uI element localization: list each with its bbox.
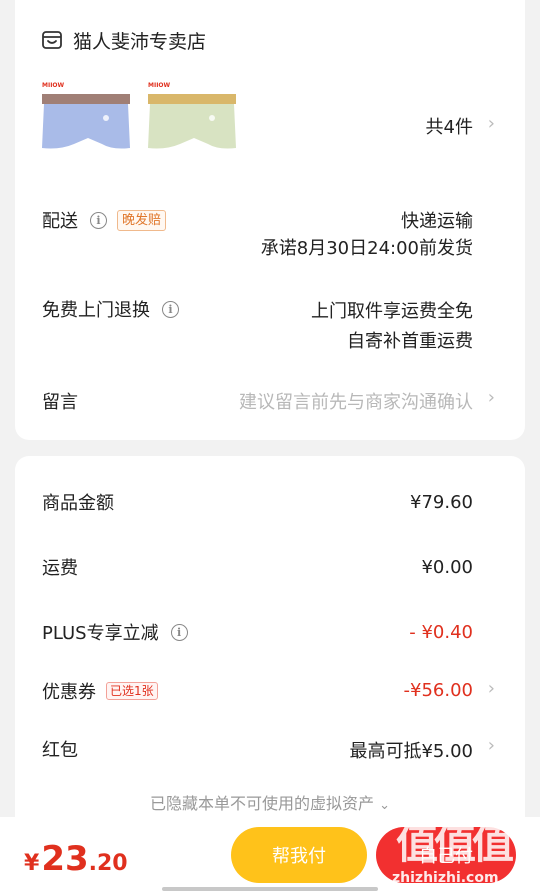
- watermark-url: zhizhizhi.com: [392, 870, 499, 886]
- message-label: 留言: [42, 392, 78, 413]
- chevron-right-icon[interactable]: ›: [488, 113, 495, 134]
- delivery-promise: 承诺8月30日24:00前发货: [260, 238, 473, 259]
- info-icon[interactable]: i: [162, 300, 179, 318]
- chevron-right-icon[interactable]: ›: [488, 387, 495, 408]
- total-integer: 23: [41, 839, 89, 879]
- watermark-logo: 值值值: [396, 819, 514, 868]
- returns-row: 免费上门退换 i: [42, 296, 179, 322]
- info-icon[interactable]: i: [90, 211, 107, 229]
- plus-discount-label: PLUS专享立减: [42, 623, 159, 644]
- watermark: 值值值 zhizhizhi.com: [392, 810, 532, 890]
- product-thumbnail[interactable]: MIIOW: [42, 78, 134, 164]
- shipping-value: ¥0.00: [421, 557, 473, 578]
- redpacket-value[interactable]: 最高可抵¥5.00: [349, 737, 473, 763]
- delivery-label: 配送: [42, 211, 78, 232]
- plus-discount-row: PLUS专享立减 i: [42, 619, 188, 645]
- chevron-right-icon[interactable]: ›: [488, 678, 495, 699]
- redpacket-label: 红包: [42, 740, 78, 761]
- hidden-assets-text: 已隐藏本单不可使用的虚拟资产: [149, 794, 374, 813]
- goods-amount-label: 商品金额: [42, 493, 114, 514]
- chevron-down-icon: ⌄: [379, 798, 390, 813]
- coupon-selected-badge: 已选1张: [106, 682, 158, 700]
- total-decimal: .20: [88, 851, 128, 876]
- shipping-label: 运费: [42, 558, 78, 579]
- store-icon: [42, 31, 62, 49]
- store-name: 猫人斐沛专卖店: [73, 30, 207, 53]
- returns-line1: 上门取件享运费全免: [311, 301, 473, 322]
- product-thumbnail[interactable]: MIIOW: [148, 78, 240, 164]
- returns-label: 免费上门退换: [42, 300, 150, 321]
- total-price: ¥ 23 .20: [24, 839, 128, 879]
- delivery-row: 配送 i 晚发赔: [42, 207, 167, 233]
- goods-amount-value: ¥79.60: [410, 492, 473, 513]
- delivery-method: 快递运输: [401, 211, 473, 232]
- store-header[interactable]: 猫人斐沛专卖店: [41, 26, 206, 54]
- coupon-label: 优惠券: [42, 682, 96, 703]
- brand-tag: MIIOW: [42, 82, 65, 89]
- price-summary-card: 商品金额 ¥79.60 运费 ¥0.00 PLUS专享立减 i - ¥0.40 …: [15, 456, 525, 836]
- help-me-pay-button[interactable]: 帮我付: [231, 827, 367, 883]
- late-compensation-badge: 晚发赔: [117, 209, 167, 231]
- currency-symbol: ¥: [24, 851, 40, 876]
- message-input[interactable]: 建议留言前先与商家沟通确认: [239, 388, 473, 414]
- chevron-right-icon[interactable]: ›: [488, 735, 495, 756]
- coupon-row[interactable]: 优惠券 已选1张: [42, 678, 158, 704]
- brand-tag: MIIOW: [148, 82, 171, 89]
- info-icon[interactable]: i: [170, 623, 188, 641]
- plus-discount-value: - ¥0.40: [409, 622, 473, 643]
- coupon-value[interactable]: -¥56.00: [404, 680, 473, 701]
- returns-line2: 自寄补首重运费: [347, 331, 473, 352]
- home-indicator[interactable]: [162, 887, 378, 891]
- order-info-card: 猫人斐沛专卖店 MIIOW MIIOW 共4件 › 配送 i 晚发赔 快递运输 …: [15, 0, 525, 440]
- item-count[interactable]: 共4件: [426, 113, 473, 139]
